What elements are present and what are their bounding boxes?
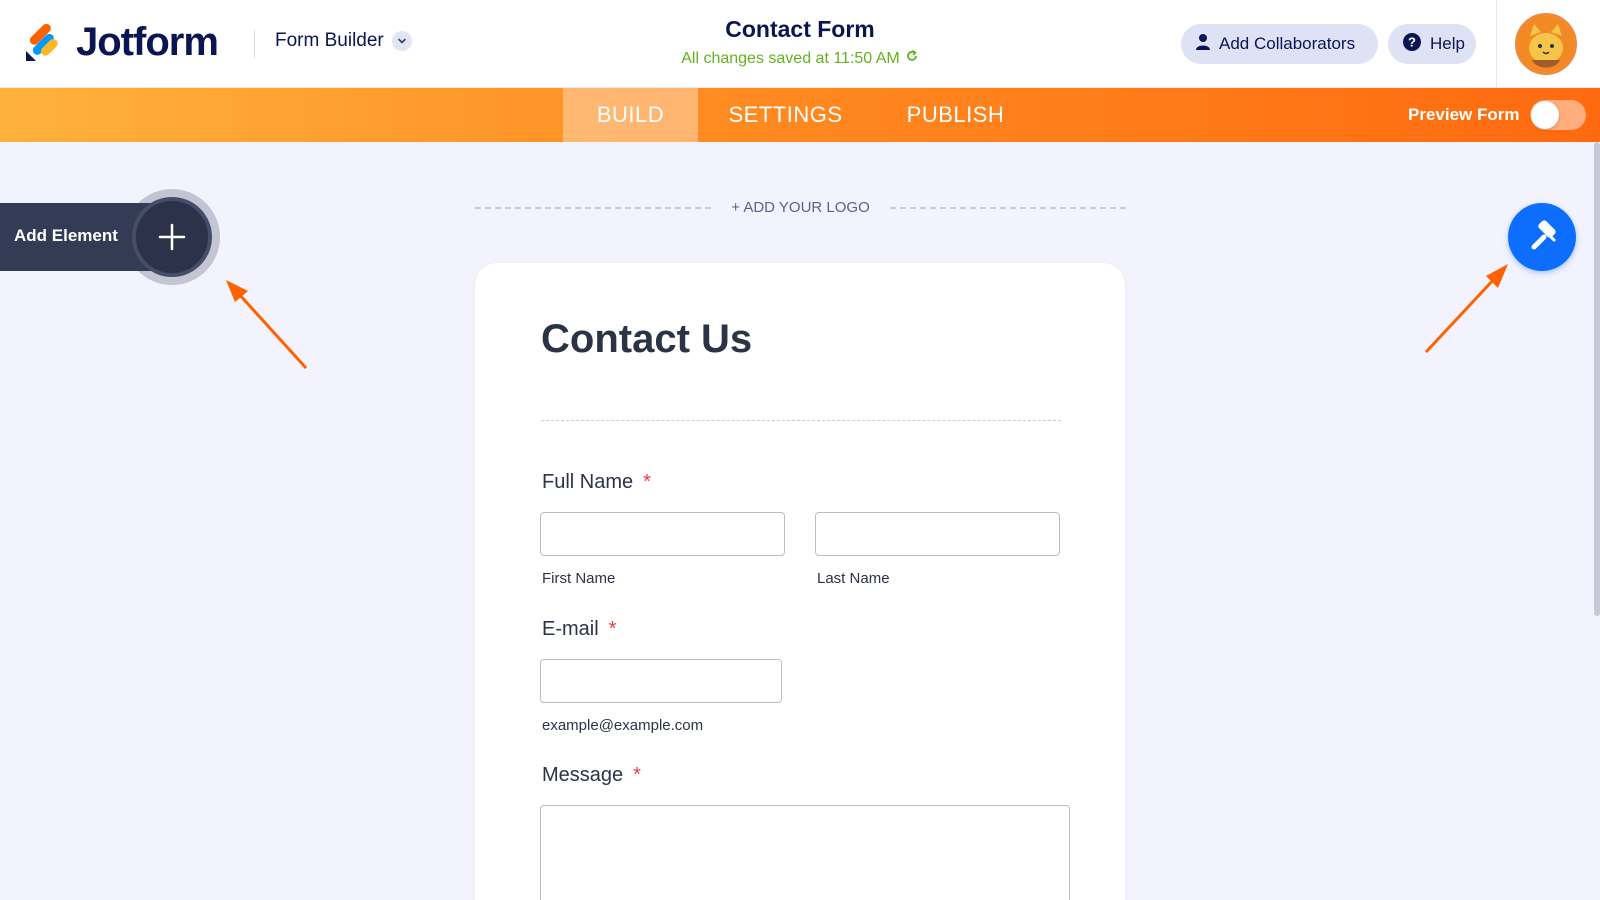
email-label-text: E-mail [542,618,599,640]
last-name-input[interactable] [815,512,1060,556]
required-mark: * [633,764,641,786]
email-sublabel: example@example.com [542,717,704,734]
message-label[interactable]: Message * [542,764,641,787]
required-mark: * [643,471,651,493]
heading-divider [541,420,1061,421]
full-name-label-text: Full Name [542,471,634,493]
form-heading[interactable]: Contact Us [541,317,752,362]
arrow-right-annotation [1424,264,1508,354]
form-card: Contact Us Full Name * First Name Last Na… [475,263,1125,900]
last-name-sublabel: Last Name [817,570,890,587]
email-label[interactable]: E-mail * [542,618,616,641]
full-name-label[interactable]: Full Name * [542,471,651,494]
message-label-text: Message [542,764,624,786]
first-name-input[interactable] [540,512,785,556]
message-textarea[interactable] [540,805,1070,900]
scrollbar[interactable] [1594,142,1600,616]
required-mark: * [608,618,617,640]
arrow-left-annotation [226,280,308,370]
email-input[interactable] [540,659,782,703]
first-name-sublabel: First Name [542,570,616,587]
